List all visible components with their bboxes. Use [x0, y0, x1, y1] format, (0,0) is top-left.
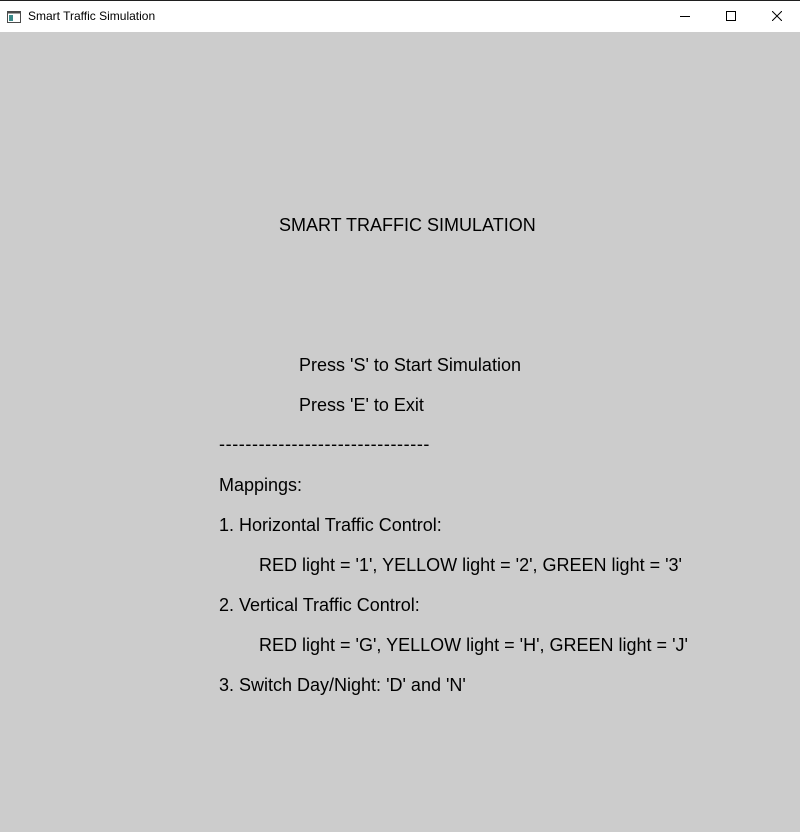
- mapping-horizontal-title: 1. Horizontal Traffic Control:: [219, 515, 442, 535]
- maximize-icon: [726, 8, 736, 26]
- app-window-icon: [7, 10, 21, 23]
- mapping-day-night: 3. Switch Day/Night: 'D' and 'N': [219, 675, 466, 695]
- exit-hint: Press 'E' to Exit: [299, 395, 424, 415]
- page-title: SMART TRAFFIC SIMULATION: [279, 215, 536, 235]
- title-bar[interactable]: Smart Traffic Simulation: [0, 0, 800, 32]
- close-icon: [771, 8, 783, 26]
- divider: --------------------------------: [219, 434, 431, 454]
- mapping-horizontal-detail: RED light = '1', YELLOW light = '2', GRE…: [259, 555, 682, 575]
- window-title: Smart Traffic Simulation: [28, 9, 156, 23]
- mapping-vertical-title: 2. Vertical Traffic Control:: [219, 595, 420, 615]
- maximize-button[interactable]: [708, 1, 754, 32]
- app-window: Smart Traffic Simulation SMART TRAFFIC S…: [0, 0, 800, 832]
- mapping-vertical-detail: RED light = 'G', YELLOW light = 'H', GRE…: [259, 635, 688, 655]
- close-button[interactable]: [754, 1, 800, 32]
- minimize-button[interactable]: [662, 1, 708, 32]
- mappings-title: Mappings:: [219, 475, 303, 495]
- simulation-canvas[interactable]: SMART TRAFFIC SIMULATION Press 'S' to St…: [0, 32, 800, 832]
- start-hint: Press 'S' to Start Simulation: [299, 355, 521, 375]
- minimize-icon: [680, 8, 690, 26]
